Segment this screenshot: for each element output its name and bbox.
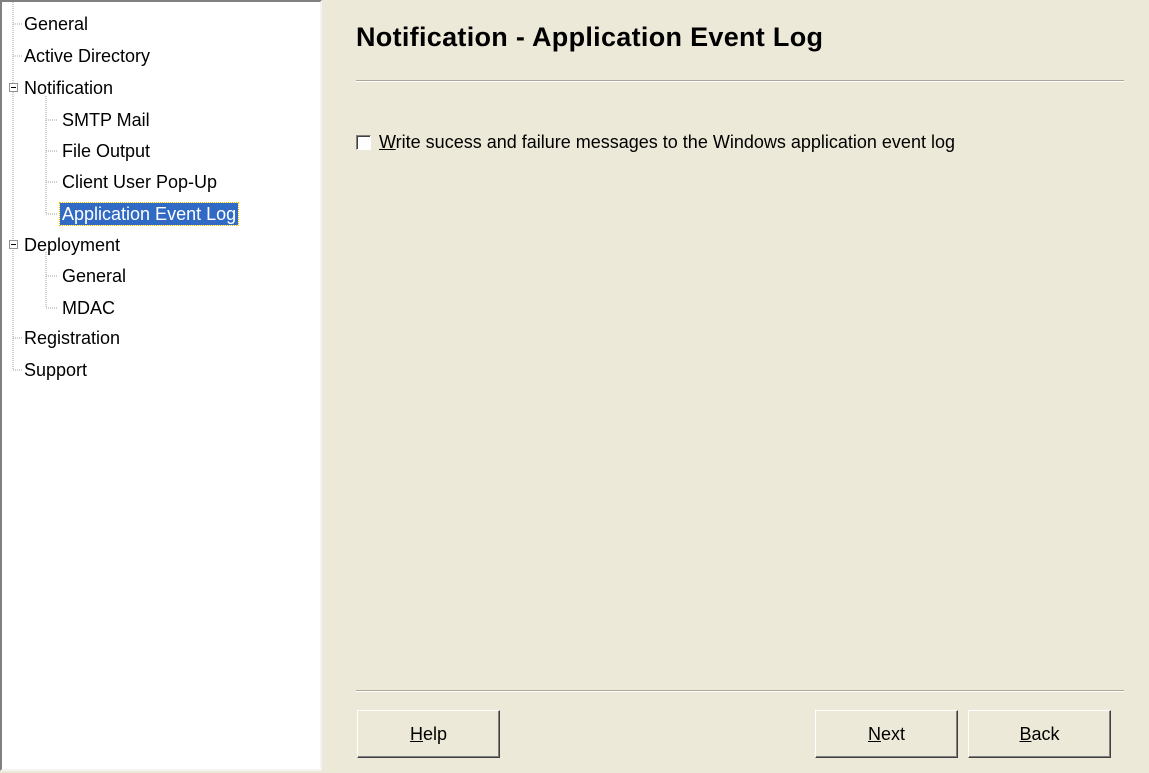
tree-item-registration[interactable]: Registration — [22, 327, 122, 349]
title-divider — [356, 80, 1124, 82]
back-label: ack — [1031, 723, 1060, 744]
help-label: elp — [422, 723, 448, 744]
collapse-icon[interactable] — [9, 83, 18, 92]
next-button[interactable]: Next — [815, 710, 958, 758]
tree-item-smtp-mail[interactable]: SMTP Mail — [60, 109, 152, 131]
tree-item-file-output[interactable]: File Output — [60, 140, 152, 162]
footer-divider — [356, 690, 1124, 692]
help-accelerator: H — [409, 723, 423, 744]
checkbox-label-text: rite sucess and failure messages to the … — [395, 132, 955, 152]
next-label: ext — [880, 723, 905, 744]
navigation-tree[interactable]: General Active Directory Notification SM… — [0, 0, 322, 771]
tree-item-general[interactable]: General — [22, 13, 90, 35]
tree-item-application-event-log[interactable]: Application Event Log — [58, 202, 240, 226]
tree-item-mdac[interactable]: MDAC — [60, 297, 117, 319]
next-accelerator: N — [867, 723, 881, 744]
event-log-checkbox-label[interactable]: Write sucess and failure messages to the… — [379, 132, 955, 152]
tree-item-client-user-popup[interactable]: Client User Pop-Up — [60, 171, 219, 193]
tree-item-active-directory[interactable]: Active Directory — [22, 45, 152, 67]
tree-item-deployment-general[interactable]: General — [60, 265, 128, 287]
page-title: Notification - Application Event Log — [356, 22, 824, 52]
tree-item-notification[interactable]: Notification — [22, 77, 115, 99]
tree-item-support[interactable]: Support — [22, 359, 89, 381]
tree-item-deployment[interactable]: Deployment — [22, 234, 122, 256]
event-log-checkbox[interactable] — [356, 135, 371, 150]
back-button[interactable]: Back — [968, 710, 1111, 758]
collapse-icon[interactable] — [9, 240, 18, 249]
back-accelerator: B — [1019, 723, 1032, 744]
tree-connector-lines — [12, 2, 58, 371]
help-button[interactable]: Help — [357, 710, 500, 758]
checkbox-accelerator: W — [379, 132, 396, 152]
